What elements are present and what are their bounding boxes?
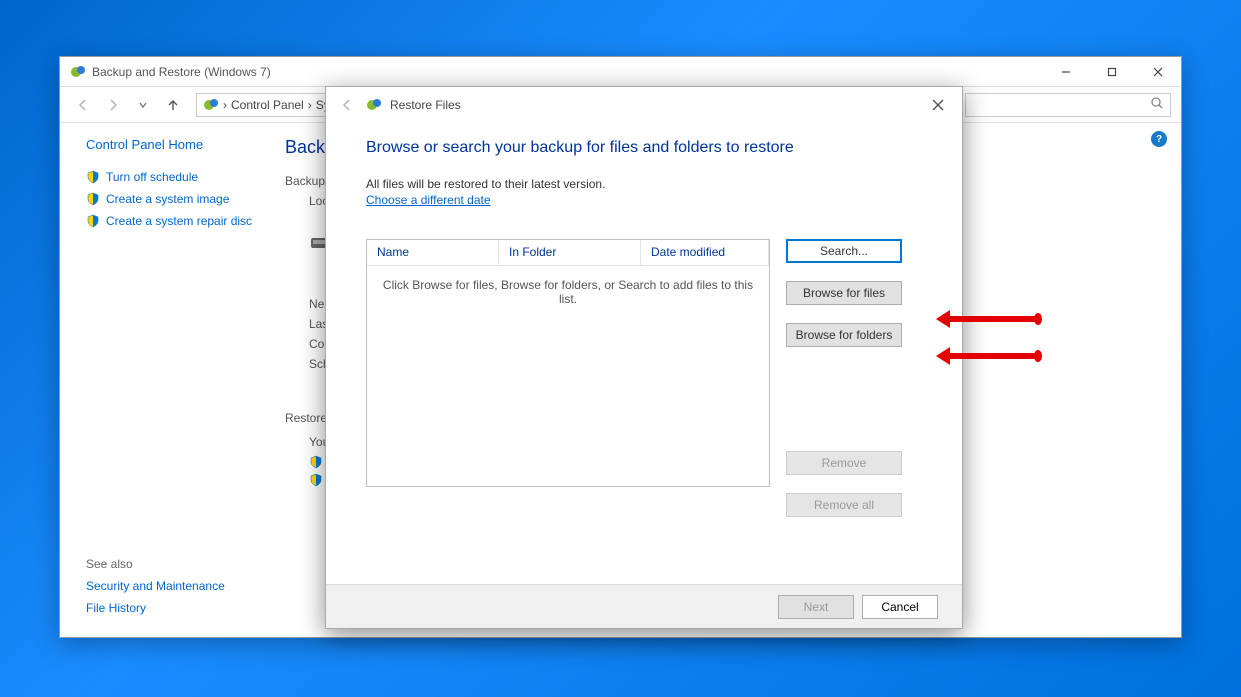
column-date[interactable]: Date modified: [641, 240, 769, 265]
task-link-label: Turn off schedule: [106, 170, 198, 184]
shield-icon: [86, 170, 100, 184]
help-icon[interactable]: ?: [1151, 131, 1167, 147]
column-folder[interactable]: In Folder: [499, 240, 641, 265]
shield-icon: [86, 192, 100, 206]
control-panel-home-link[interactable]: Control Panel Home: [86, 137, 275, 152]
annotation-arrow: [950, 353, 1038, 359]
dialog-close-button[interactable]: [918, 87, 958, 123]
file-list-box[interactable]: Name In Folder Date modified Click Brows…: [366, 239, 770, 487]
breadcrumb-separator-icon: ›: [308, 98, 312, 112]
title-bar: Backup and Restore (Windows 7): [60, 57, 1181, 87]
list-empty-text: Click Browse for files, Browse for folde…: [367, 266, 769, 318]
task-link-label: Create a system image: [106, 192, 229, 206]
search-icon: [1150, 96, 1164, 113]
see-also-link-security[interactable]: Security and Maintenance: [86, 579, 225, 593]
restore-label: Restore: [285, 411, 327, 425]
dialog-content: Browse or search your backup for files a…: [326, 123, 962, 517]
remove-all-button: Remove all: [786, 493, 902, 517]
dialog-footer: Next Cancel: [326, 584, 962, 628]
back-button[interactable]: [70, 93, 96, 117]
remove-button: Remove: [786, 451, 902, 475]
left-panel: Control Panel Home Turn off schedule Cre…: [60, 123, 285, 637]
see-also: See also Security and Maintenance File H…: [86, 557, 225, 623]
minimize-button[interactable]: [1043, 57, 1089, 86]
search-button[interactable]: Search...: [786, 239, 902, 263]
breadcrumb-separator-icon: ›: [223, 98, 227, 112]
window-controls: [1043, 57, 1181, 86]
next-button: Next: [778, 595, 854, 619]
search-box[interactable]: [965, 93, 1171, 117]
see-also-heading: See also: [86, 557, 225, 571]
task-link-repair-disc[interactable]: Create a system repair disc: [86, 214, 275, 228]
forward-button[interactable]: [100, 93, 126, 117]
task-link-label: Create a system repair disc: [106, 214, 252, 228]
restore-files-dialog: Restore Files Browse or search your back…: [325, 86, 963, 629]
cancel-button[interactable]: Cancel: [862, 595, 938, 619]
up-button[interactable]: [160, 93, 186, 117]
recent-dropdown-icon[interactable]: [130, 93, 156, 117]
column-name[interactable]: Name: [367, 240, 499, 265]
shield-icon: [86, 214, 100, 228]
close-button[interactable]: [1135, 57, 1181, 86]
list-area: Name In Folder Date modified Click Brows…: [366, 239, 934, 517]
breadcrumb-icon: [203, 97, 219, 113]
app-icon: [70, 64, 86, 80]
breadcrumb-part[interactable]: Control Panel: [231, 98, 304, 112]
task-link-turn-off[interactable]: Turn off schedule: [86, 170, 275, 184]
browse-files-button[interactable]: Browse for files: [786, 281, 902, 305]
dialog-icon: [366, 97, 382, 113]
window-title: Backup and Restore (Windows 7): [92, 65, 1037, 79]
see-also-link-filehistory[interactable]: File History: [86, 601, 225, 615]
dialog-title: Restore Files: [390, 98, 461, 112]
shield-icon: [309, 455, 323, 469]
dialog-titlebar: Restore Files: [326, 87, 962, 123]
browse-folders-button[interactable]: Browse for folders: [786, 323, 902, 347]
choose-date-link[interactable]: Choose a different date: [366, 193, 491, 207]
task-link-system-image[interactable]: Create a system image: [86, 192, 275, 206]
list-headers: Name In Folder Date modified: [367, 240, 769, 266]
button-column: Search... Browse for files Browse for fo…: [786, 239, 902, 517]
dialog-back-button[interactable]: [336, 94, 358, 116]
dialog-heading: Browse or search your backup for files a…: [366, 139, 934, 157]
shield-icon: [309, 473, 323, 487]
backup-label: Backup: [285, 174, 325, 188]
annotation-arrow: [950, 316, 1038, 322]
maximize-button[interactable]: [1089, 57, 1135, 86]
dialog-subtext: All files will be restored to their late…: [366, 177, 934, 191]
